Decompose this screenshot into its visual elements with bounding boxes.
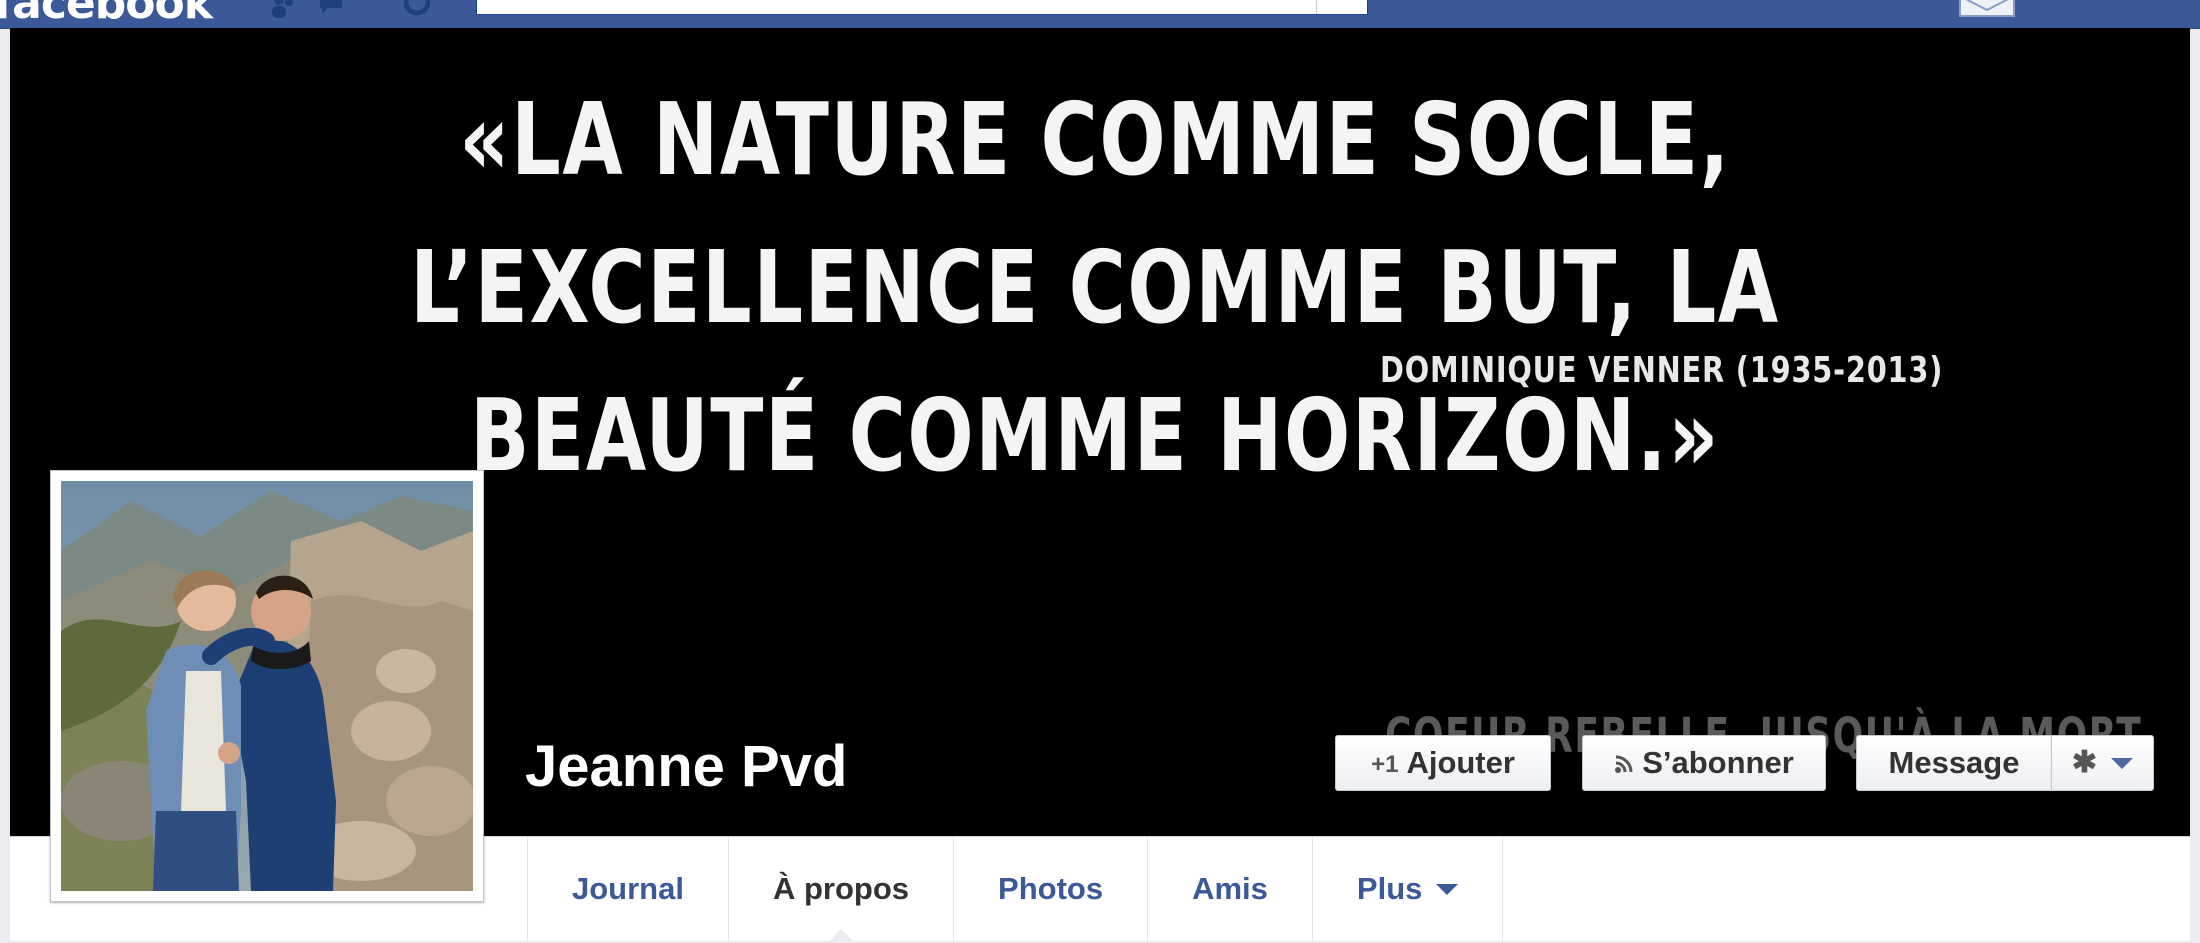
couple-mountain-photo bbox=[61, 481, 473, 891]
top-navigation-bar: facebook bbox=[0, 0, 2200, 29]
tab-about[interactable]: À propos bbox=[729, 837, 955, 942]
subscribe-label: S’abonner bbox=[1642, 745, 1794, 780]
tab-more[interactable]: Plus bbox=[1313, 837, 1504, 941]
profile-tabs: Journal À propos Photos Amis Plus bbox=[527, 837, 1504, 942]
cover-quote: «La nature comme socle, l’excellence com… bbox=[410, 81, 1780, 494]
message-label: Message bbox=[1888, 745, 2020, 780]
tab-label: Journal bbox=[572, 871, 684, 906]
rss-icon bbox=[1614, 738, 1634, 792]
settings-menu-button[interactable]: ✱ bbox=[2051, 735, 2154, 791]
profile-picture[interactable] bbox=[50, 470, 484, 902]
chevron-down-icon bbox=[2111, 757, 2134, 769]
tab-label: Amis bbox=[1192, 871, 1268, 906]
notifications-icon[interactable] bbox=[404, 0, 430, 18]
tab-friends[interactable]: Amis bbox=[1148, 837, 1313, 941]
search-input[interactable] bbox=[476, 0, 1368, 15]
add-friend-icon: +1 bbox=[1371, 751, 1399, 778]
tab-label: Plus bbox=[1356, 871, 1423, 906]
add-friend-label: Ajouter bbox=[1406, 745, 1515, 780]
messages-icon[interactable] bbox=[318, 0, 344, 18]
friend-requests-icon[interactable] bbox=[270, 0, 296, 18]
search-button-divider bbox=[1316, 0, 1317, 14]
facebook-logo[interactable]: facebook bbox=[0, 0, 213, 29]
subscribe-button[interactable]: S’abonner bbox=[1582, 735, 1826, 791]
message-button[interactable]: Message bbox=[1856, 735, 2052, 791]
chevron-down-icon bbox=[1436, 883, 1459, 895]
gear-icon: ✱ bbox=[2071, 746, 2098, 779]
mail-icon[interactable] bbox=[1958, 0, 2016, 18]
tab-label: À propos bbox=[772, 871, 910, 906]
tab-photos[interactable]: Photos bbox=[954, 837, 1149, 941]
add-friend-button[interactable]: +1 Ajouter bbox=[1335, 735, 1551, 791]
cover-attribution: DOMINIQUE VENNER (1935-2013) bbox=[1380, 350, 1944, 391]
tab-journal[interactable]: Journal bbox=[528, 837, 729, 941]
tab-label: Photos bbox=[998, 871, 1104, 906]
profile-name[interactable]: Jeanne Pvd bbox=[525, 733, 847, 800]
